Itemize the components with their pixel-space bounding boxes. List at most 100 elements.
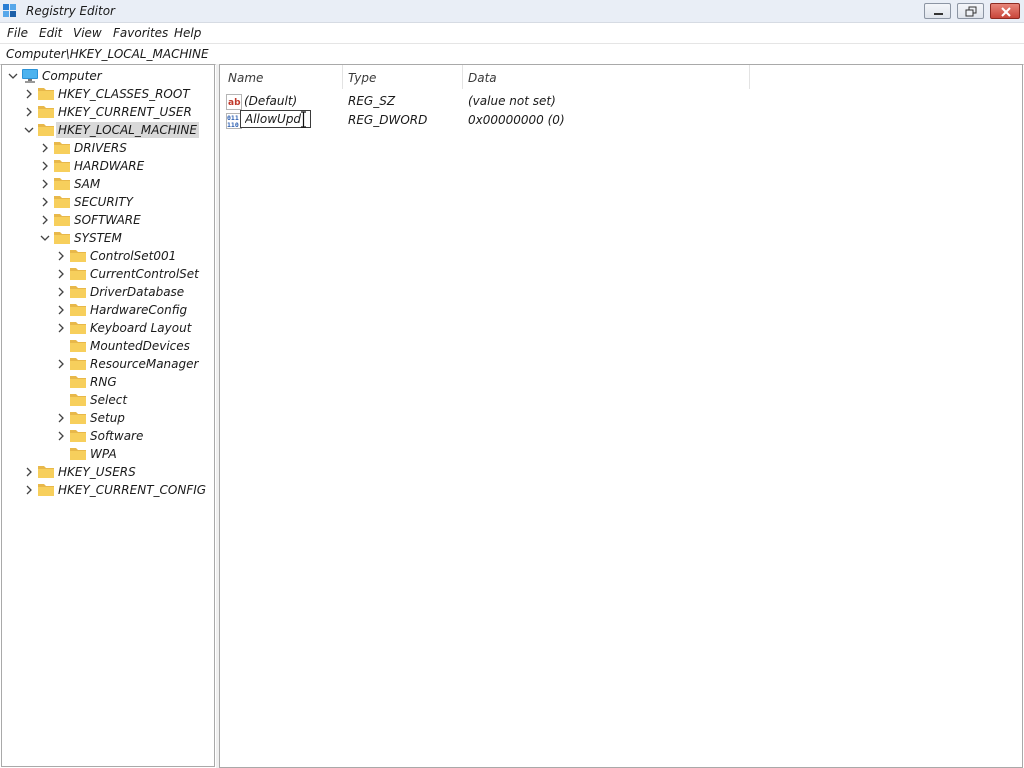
key-tree[interactable]: Computer HKEY_CLASSES_ROOT HKEY_CURRENT_… (1, 64, 215, 767)
tree-label: Computer (42, 69, 102, 83)
address-path: Computer\HKEY_LOCAL_MACHINE (6, 47, 209, 61)
folder-icon (54, 232, 70, 244)
folder-icon (70, 340, 86, 352)
folder-icon (70, 322, 86, 334)
tree-label: ResourceManager (90, 357, 199, 371)
restore-icon (965, 6, 977, 17)
chevron-right-icon[interactable] (40, 196, 50, 208)
folder-icon (38, 106, 54, 118)
folder-icon (54, 196, 70, 208)
value-type: REG_DWORD (348, 113, 428, 127)
tree-label: Keyboard Layout (90, 321, 192, 335)
chevron-right-icon[interactable] (24, 106, 34, 118)
tree-label: DRIVERS (74, 141, 127, 155)
minimize-icon (934, 13, 943, 15)
close-icon (1001, 7, 1011, 17)
folder-icon (70, 268, 86, 280)
tree-label: SECURITY (74, 195, 133, 209)
string-value-icon: ab (226, 94, 242, 110)
value-name: (Default) (244, 94, 298, 108)
column-divider[interactable] (342, 65, 343, 89)
menu-help[interactable]: Help (174, 26, 201, 40)
values-list[interactable]: Name Type Data ab (Default) REG_SZ (valu… (219, 64, 1023, 768)
tree-label: Setup (90, 411, 125, 425)
value-type: REG_SZ (348, 94, 396, 108)
tree-label: MountedDevices (90, 339, 190, 353)
value-data: (value not set) (468, 94, 556, 108)
chevron-right-icon[interactable] (40, 214, 50, 226)
chevron-right-icon[interactable] (40, 160, 50, 172)
folder-icon (38, 88, 54, 100)
tree-label: WPA (90, 447, 117, 461)
tree-label: HKEY_CURRENT_USER (58, 105, 192, 119)
chevron-right-icon[interactable] (40, 142, 50, 154)
folder-icon (70, 394, 86, 406)
menu-file[interactable]: File (7, 26, 28, 40)
column-header-data[interactable]: Data (468, 71, 497, 85)
registry-editor-icon (3, 4, 16, 17)
column-header-type[interactable]: Type (348, 71, 376, 85)
tree-label: SYSTEM (74, 231, 122, 245)
chevron-right-icon[interactable] (56, 304, 66, 316)
close-button[interactable] (990, 3, 1020, 19)
tree-label: ControlSet001 (90, 249, 177, 263)
chevron-down-icon[interactable] (8, 70, 18, 82)
chevron-right-icon[interactable] (24, 466, 34, 478)
menu-edit[interactable]: Edit (39, 26, 62, 40)
tree-label: RNG (90, 375, 117, 389)
tree-label: CurrentControlSet (90, 267, 199, 281)
value-row-default[interactable]: ab (Default) REG_SZ (value not set) (220, 92, 1010, 110)
tree-label: HardwareConfig (90, 303, 188, 317)
folder-icon (54, 160, 70, 172)
value-data: 0x00000000 (0) (468, 113, 565, 127)
folder-icon (70, 448, 86, 460)
tree-label-selected: HKEY_LOCAL_MACHINE (56, 122, 199, 138)
folder-icon (54, 214, 70, 226)
chevron-right-icon[interactable] (56, 250, 66, 262)
tree-label: HARDWARE (74, 159, 145, 173)
svg-text:ab: ab (228, 98, 241, 108)
window-title: Registry Editor (26, 4, 115, 18)
menu-view[interactable]: View (73, 26, 102, 40)
chevron-right-icon[interactable] (56, 322, 66, 334)
tree-label: HKEY_CLASSES_ROOT (58, 87, 190, 101)
folder-icon (70, 412, 86, 424)
chevron-right-icon[interactable] (56, 286, 66, 298)
tree-label: SAM (74, 177, 101, 191)
chevron-right-icon[interactable] (56, 358, 66, 370)
tree-label: Select (90, 393, 128, 407)
chevron-right-icon[interactable] (40, 178, 50, 190)
minimize-button[interactable] (924, 3, 951, 19)
menu-favorites[interactable]: Favorites (113, 26, 168, 40)
chevron-right-icon[interactable] (56, 430, 66, 442)
folder-icon (54, 142, 70, 154)
restore-button[interactable] (957, 3, 984, 19)
folder-icon (70, 304, 86, 316)
address-bar[interactable]: Computer\HKEY_LOCAL_MACHINE (0, 43, 1024, 65)
folder-icon (38, 466, 54, 478)
column-header-name[interactable]: Name (228, 71, 263, 85)
folder-icon (70, 358, 86, 370)
menu-bar: File Edit View Favorites Help (0, 23, 1024, 43)
chevron-down-icon[interactable] (24, 124, 34, 136)
folder-open-icon (38, 124, 54, 136)
text-cursor-icon (301, 111, 306, 128)
svg-text:110: 110 (227, 121, 239, 129)
folder-icon (54, 178, 70, 190)
title-bar: Registry Editor (0, 0, 1024, 23)
folder-icon (70, 286, 86, 298)
chevron-right-icon[interactable] (24, 88, 34, 100)
folder-icon (70, 376, 86, 388)
chevron-right-icon[interactable] (56, 268, 66, 280)
computer-icon (22, 69, 38, 83)
chevron-right-icon[interactable] (24, 484, 34, 496)
folder-icon (70, 430, 86, 442)
column-divider[interactable] (749, 65, 750, 89)
chevron-down-icon[interactable] (40, 232, 50, 244)
column-divider[interactable] (462, 65, 463, 89)
value-row-allowupd[interactable]: 011 110 REG_DWORD 0x00000000 (0) (220, 110, 1010, 129)
chevron-right-icon[interactable] (56, 412, 66, 424)
tree-label: SOFTWARE (74, 213, 141, 227)
folder-icon (38, 484, 54, 496)
tree-label: Software (90, 429, 144, 443)
